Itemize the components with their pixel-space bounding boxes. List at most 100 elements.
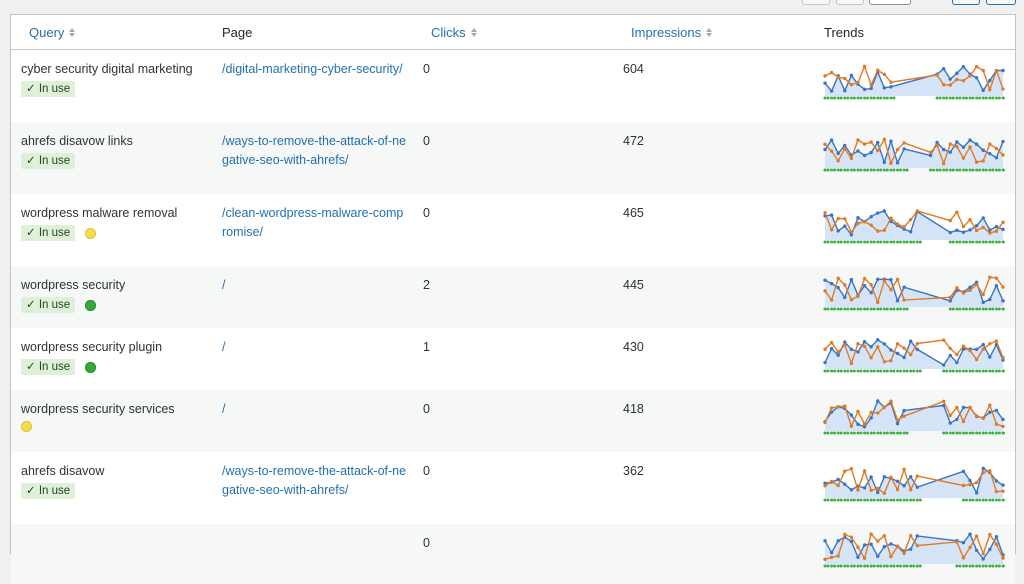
usage-dot (899, 431, 903, 435)
yellow-status-dot-icon (21, 421, 32, 432)
usage-dot (889, 168, 893, 172)
sparkline-point (862, 422, 867, 426)
page-link[interactable]: /ways-to-remove-the-attack-of-negative-s… (222, 132, 407, 170)
usage-dot (863, 96, 867, 100)
column-header-query[interactable]: Query (29, 25, 76, 40)
clicks-value: 0 (423, 134, 430, 148)
usage-dot (866, 498, 870, 502)
sparkline-point (895, 161, 900, 165)
usage-dot (997, 96, 1001, 100)
last-page-button[interactable] (986, 0, 1016, 5)
sparkline-point (974, 357, 979, 362)
usage-dot (872, 564, 876, 568)
sparkline-point (836, 483, 840, 488)
page-link[interactable]: /digital-marketing-cyber-security/ (222, 60, 407, 79)
sparkline-point (1001, 285, 1005, 289)
table-row: cyber security digital marketing ✓ In use… (11, 50, 1015, 122)
page-link[interactable]: /ways-to-remove-the-attack-of-negative-s… (222, 462, 407, 500)
sparkline-point (889, 554, 893, 559)
impressions-value: 445 (623, 278, 644, 292)
query-text: wordpress security services (21, 402, 175, 416)
column-header-clicks[interactable]: Clicks (431, 25, 477, 40)
usage-dot (859, 240, 863, 244)
usage-dot (945, 168, 949, 172)
sparkline-point (981, 470, 985, 475)
page-link[interactable]: / (222, 276, 407, 295)
sparkline-point (823, 147, 827, 152)
usage-dot (846, 168, 850, 172)
sparkline-point (941, 399, 946, 404)
sparkline-point (902, 484, 906, 488)
usage-dot (958, 431, 962, 435)
sparkline-point (994, 408, 999, 413)
query-cell: wordpress security ✓ In use (21, 276, 125, 313)
usage-dot (1001, 431, 1005, 435)
usage-dot (882, 498, 886, 502)
sparkline-point (961, 156, 966, 160)
usage-dot (852, 431, 856, 435)
usage-dot (994, 168, 998, 172)
query-cell: wordpress malware removal ✓ In use (21, 204, 177, 241)
usage-dot (984, 240, 988, 244)
sparkline-point (862, 220, 867, 224)
usage-dot (885, 240, 889, 244)
sparkline-point (909, 547, 913, 551)
sparkline-point (843, 146, 847, 151)
usage-dot (823, 498, 827, 502)
next-page-button[interactable] (836, 0, 864, 5)
sparkline-point (876, 68, 880, 72)
sparkline-point (902, 225, 906, 229)
page-number-input[interactable] (869, 0, 911, 5)
first-page-button[interactable] (952, 0, 980, 5)
usage-dot (869, 307, 873, 311)
prev-page-button[interactable] (802, 0, 830, 5)
page-link[interactable]: / (222, 400, 407, 419)
usage-dot (964, 240, 968, 244)
usage-dot (915, 369, 919, 373)
sparkline-point (849, 83, 854, 87)
usage-dot (997, 498, 1001, 502)
usage-dot (879, 498, 883, 502)
sparkline-point (968, 348, 972, 353)
page-link[interactable]: / (222, 338, 407, 357)
usage-dot (826, 369, 830, 373)
sparkline-point (862, 486, 867, 490)
usage-dot (915, 564, 919, 568)
sparkline-point (869, 150, 873, 155)
clicks-value: 0 (423, 536, 430, 550)
column-header-impressions[interactable]: Impressions (631, 25, 713, 40)
usage-dot (852, 369, 856, 373)
sparkline-point (981, 68, 985, 73)
sort-icon (706, 28, 713, 37)
usage-dot (885, 369, 889, 373)
usage-dot (846, 96, 850, 100)
usage-dot (984, 564, 988, 568)
sparkline-point (968, 145, 972, 149)
usage-dot (839, 96, 843, 100)
sparkline-point (849, 73, 854, 78)
trend-sparkline (823, 338, 1005, 373)
usage-dot (876, 564, 880, 568)
usage-dot (988, 431, 992, 435)
sparkline-point (968, 228, 972, 232)
usage-dot (964, 564, 968, 568)
sparkline-point (915, 474, 919, 478)
usage-dot (978, 96, 982, 100)
sparkline-point (902, 414, 906, 418)
usage-dot (833, 307, 837, 311)
usage-dot (938, 168, 942, 172)
sparkline-point (974, 480, 979, 485)
usage-dot (902, 307, 906, 311)
page-link[interactable]: /clean-wordpress-malware-compromise/ (222, 204, 407, 242)
sparkline-point (955, 405, 959, 410)
usage-dot (988, 307, 992, 311)
page-cell: /ways-to-remove-the-attack-of-negative-s… (222, 132, 407, 170)
queries-table: Query Page Clicks Impressions Trends cyb… (10, 14, 1016, 584)
sparkline-point (829, 555, 834, 560)
page-cell: / (222, 338, 407, 357)
sparkline-point (843, 532, 847, 537)
usage-dot (846, 498, 850, 502)
sparkline-point (895, 544, 900, 549)
usage-dot (905, 168, 909, 172)
usage-dot (896, 564, 900, 568)
